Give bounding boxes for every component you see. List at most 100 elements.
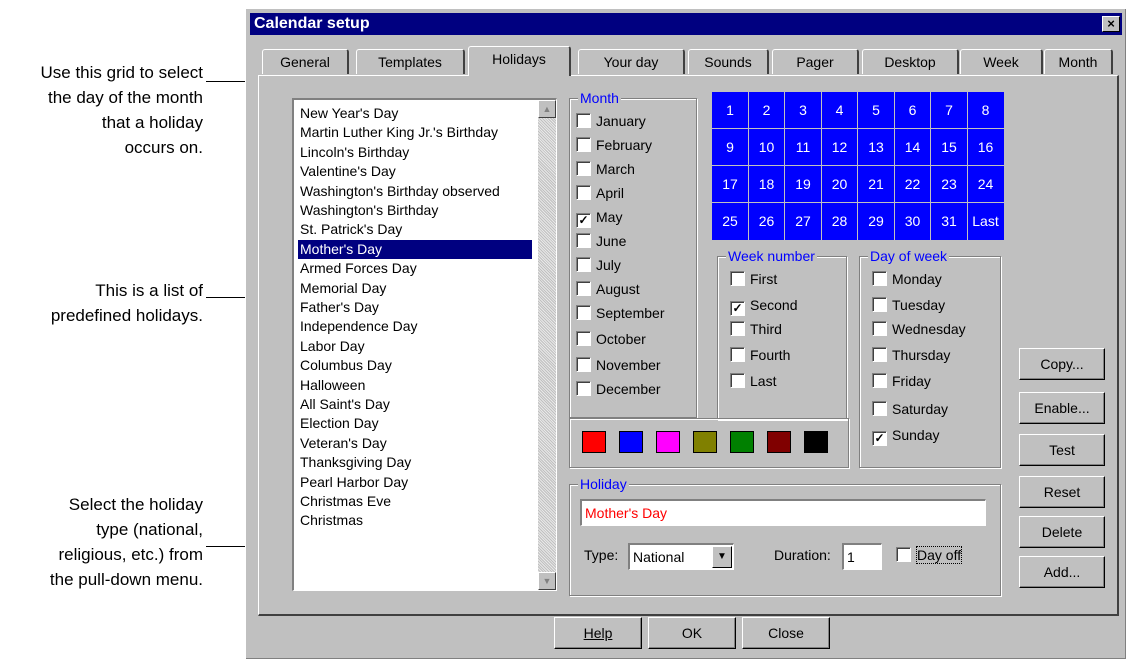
month-checkbox[interactable]: December [576,381,661,397]
color-swatch[interactable] [730,431,754,453]
month-checkbox[interactable]: June [576,233,626,249]
month-checkbox[interactable]: November [576,357,661,373]
add-button[interactable]: Add... [1019,556,1105,588]
day-cell[interactable]: 27 [785,203,821,239]
color-swatch[interactable] [804,431,828,453]
list-item[interactable]: Memorial Day [298,279,532,298]
list-item[interactable]: Washington's Birthday [298,201,532,220]
enable-button[interactable]: Enable... [1019,392,1105,424]
month-checkbox[interactable]: August [576,281,640,297]
close-icon[interactable]: × [1102,16,1120,32]
day-cell[interactable]: 25 [712,203,748,239]
tab-week[interactable]: Week [960,49,1043,74]
day-cell[interactable]: 11 [785,129,821,165]
day-cell[interactable]: 5 [858,92,894,128]
list-item[interactable]: Christmas Eve [298,492,532,511]
day-cell[interactable]: 30 [895,203,931,239]
list-item[interactable]: Christmas [298,511,532,530]
dow-checkbox[interactable]: ✓ Sunday [872,427,939,446]
list-item[interactable]: All Saint's Day [298,395,532,414]
list-item[interactable]: Mother's Day [298,239,532,259]
day-cell[interactable]: 29 [858,203,894,239]
color-swatch[interactable] [693,431,717,453]
day-cell[interactable]: 14 [895,129,931,165]
month-checkbox[interactable]: February [576,137,652,153]
dow-checkbox[interactable]: Tuesday [872,297,945,313]
holiday-name-field[interactable]: Mother's Day [580,499,986,526]
list-item[interactable]: Thanksgiving Day [298,453,532,472]
list-item[interactable]: Columbus Day [298,356,532,375]
scroll-up-icon[interactable]: ▲ [538,100,556,118]
day-cell[interactable]: 7 [931,92,967,128]
list-item[interactable]: Halloween [298,376,532,395]
list-item[interactable]: Valentine's Day [298,162,532,181]
week-checkbox[interactable]: Fourth [730,347,790,363]
day-cell[interactable]: 28 [822,203,858,239]
list-item[interactable]: Armed Forces Day [298,259,532,278]
holiday-list-scrollbar[interactable]: ▲ ▼ [538,100,556,590]
dow-checkbox[interactable]: Monday [872,271,942,287]
color-swatch[interactable] [767,431,791,453]
list-item[interactable]: Martin Luther King Jr.'s Birthday [298,123,532,142]
week-checkbox[interactable]: First [730,271,777,287]
day-of-month-grid[interactable]: 1 2 3 4 5 6 7 8 9 10 11 12 13 14 15 16 17 18 19 20 21 22 23 24 2… [712,92,1004,240]
month-checkbox[interactable]: April [576,185,624,201]
close-button[interactable]: Close [742,617,830,649]
day-cell[interactable]: 17 [712,166,748,202]
holiday-list[interactable]: New Year's Day Martin Luther King Jr.'s B… [292,98,557,591]
tab-general[interactable]: General [262,49,349,74]
day-cell[interactable]: 18 [749,166,785,202]
day-cell[interactable]: 24 [968,166,1004,202]
month-checkbox[interactable]: October [576,331,646,347]
chevron-down-icon[interactable]: ▼ [712,546,732,568]
list-item[interactable]: Labor Day [298,337,532,356]
month-checkbox[interactable]: March [576,161,635,177]
month-checkbox[interactable]: July [576,257,621,273]
color-swatch[interactable] [582,431,606,453]
test-button[interactable]: Test [1019,434,1105,466]
day-cell[interactable]: 3 [785,92,821,128]
day-cell[interactable]: 15 [931,129,967,165]
day-cell[interactable]: Last [968,203,1004,239]
tab-holidays[interactable]: Holidays [468,46,571,76]
tab-month[interactable]: Month [1044,49,1113,74]
list-item[interactable]: Veteran's Day [298,434,532,453]
day-cell[interactable]: 23 [931,166,967,202]
type-select[interactable]: National ▼ [628,543,734,570]
day-cell[interactable]: 22 [895,166,931,202]
tab-desktop[interactable]: Desktop [862,49,959,74]
week-checkbox[interactable]: ✓ Second [730,297,797,316]
tab-templates[interactable]: Templates [356,49,465,74]
color-swatch[interactable] [656,431,680,453]
scroll-down-icon[interactable]: ▼ [538,572,556,590]
help-button[interactable]: Help [554,617,642,649]
day-cell[interactable]: 31 [931,203,967,239]
day-cell[interactable]: 20 [822,166,858,202]
day-cell[interactable]: 13 [858,129,894,165]
day-off-checkbox[interactable]: Day off [896,546,963,564]
day-cell[interactable]: 26 [749,203,785,239]
list-item[interactable]: Father's Day [298,298,532,317]
ok-button[interactable]: OK [648,617,736,649]
tab-pager[interactable]: Pager [772,49,859,74]
day-cell[interactable]: 12 [822,129,858,165]
day-cell[interactable]: 8 [968,92,1004,128]
month-checkbox[interactable]: January [576,113,646,129]
day-cell[interactable]: 4 [822,92,858,128]
week-checkbox[interactable]: Last [730,373,776,389]
dow-checkbox[interactable]: Wednesday [872,321,966,337]
delete-button[interactable]: Delete [1019,516,1105,548]
list-item[interactable]: St. Patrick's Day [298,220,532,239]
day-cell[interactable]: 9 [712,129,748,165]
list-item[interactable]: Lincoln's Birthday [298,143,532,162]
tab-your-day[interactable]: Your day [578,49,685,74]
dow-checkbox[interactable]: Friday [872,373,931,389]
month-checkbox[interactable]: September [576,305,664,321]
day-cell[interactable]: 21 [858,166,894,202]
list-item[interactable]: Washington's Birthday observed [298,182,532,201]
week-checkbox[interactable]: Third [730,321,782,337]
reset-button[interactable]: Reset [1019,476,1105,508]
copy-button[interactable]: Copy... [1019,348,1105,380]
day-cell[interactable]: 2 [749,92,785,128]
dow-checkbox[interactable]: Saturday [872,401,948,417]
